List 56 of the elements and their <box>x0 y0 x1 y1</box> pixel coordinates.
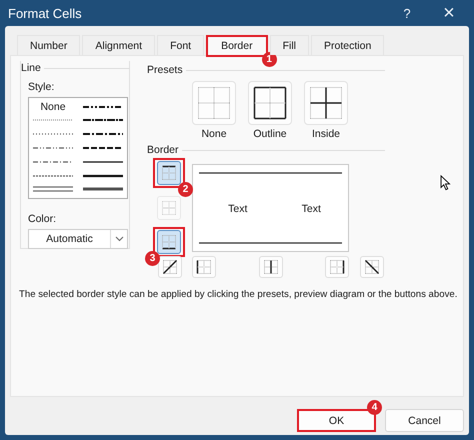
border-horizontal-icon <box>161 200 177 216</box>
line-style-option[interactable] <box>33 172 73 179</box>
style-list[interactable]: None <box>28 97 128 199</box>
border-left-icon <box>196 259 212 275</box>
window-title: Format Cells <box>7 6 83 20</box>
border-button[interactable] <box>157 230 181 254</box>
line-style-option[interactable] <box>83 131 123 138</box>
tab[interactable]: Number <box>17 35 80 55</box>
tab[interactable]: Font <box>157 35 204 55</box>
step-badge: 2 <box>178 182 193 197</box>
line-style-option[interactable] <box>83 117 123 124</box>
line-style-option[interactable] <box>83 104 123 110</box>
preview-text: Text <box>228 203 248 215</box>
line-style-option[interactable] <box>33 158 73 165</box>
border-preview[interactable]: Text Text <box>192 164 349 252</box>
step-badge: 4 <box>367 400 382 415</box>
chevron-down-icon <box>114 236 124 242</box>
tab[interactable]: Protection <box>311 35 384 55</box>
line-style-option[interactable] <box>83 158 123 165</box>
inside-grid-icon <box>309 86 343 120</box>
dialog-button[interactable]: Cancel <box>385 409 464 432</box>
line-style-option[interactable] <box>83 186 123 192</box>
outline-grid-icon <box>253 86 287 120</box>
border-right-icon <box>329 259 345 275</box>
line-style-option[interactable] <box>83 144 123 151</box>
line-style-option[interactable] <box>33 144 73 151</box>
cursor-icon <box>440 175 451 191</box>
preset-label: Outline <box>253 128 287 140</box>
line-style-option[interactable] <box>33 185 73 194</box>
line-style-option[interactable] <box>33 131 73 138</box>
preview-text: Text <box>302 203 321 215</box>
step-badge: 3 <box>145 251 160 266</box>
style-option[interactable]: None <box>40 100 66 112</box>
preset-button[interactable] <box>248 81 292 125</box>
border-diagonal-up-icon <box>162 259 178 275</box>
help-text: The selected border style can be applied by clicking the presets, preview diagram or the buttons above. <box>19 289 458 300</box>
style-label: Style: <box>28 81 56 93</box>
section-title: Presets <box>147 64 183 76</box>
border-vertical-icon <box>262 259 278 275</box>
section-title: Border <box>147 144 179 156</box>
preset-label: Inside <box>312 128 340 140</box>
grid-icon <box>197 86 231 120</box>
line-style-option[interactable] <box>83 172 123 179</box>
color-label: Color: <box>28 213 58 225</box>
border-bottom-icon <box>161 234 177 250</box>
help-button[interactable]: ? <box>389 6 425 20</box>
preset-button[interactable] <box>304 81 348 125</box>
border-button[interactable] <box>157 161 181 185</box>
color-dropdown[interactable]: Automatic <box>28 229 128 249</box>
border-diagonal-down-icon <box>364 259 380 275</box>
tab[interactable]: Alignment <box>82 35 156 55</box>
tab[interactable]: Fill <box>270 35 310 55</box>
border-top-icon <box>161 165 177 181</box>
close-button[interactable]: × <box>431 2 467 24</box>
preset-label: None <box>201 128 227 140</box>
group-title: Line <box>21 62 41 74</box>
